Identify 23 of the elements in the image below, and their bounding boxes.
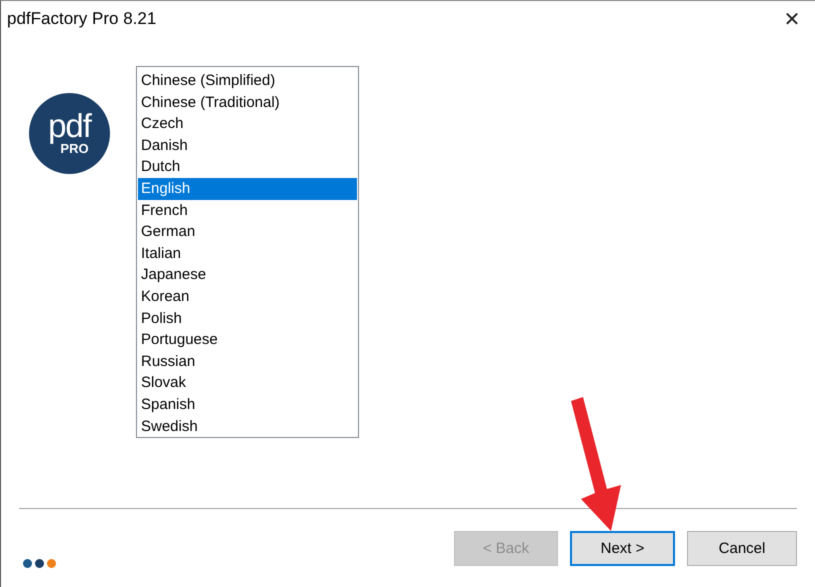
language-item[interactable]: Polish	[138, 308, 357, 330]
language-item[interactable]: German	[138, 221, 357, 243]
language-item[interactable]: Czech	[138, 113, 357, 135]
language-item[interactable]: Italian	[138, 242, 357, 264]
language-item[interactable]: English	[138, 178, 357, 200]
cancel-button[interactable]: Cancel	[687, 530, 797, 566]
language-item[interactable]: Chinese (Simplified)	[138, 70, 357, 92]
language-item[interactable]: Japanese	[138, 264, 357, 286]
language-item[interactable]: Russian	[138, 350, 357, 372]
language-list[interactable]: Chinese (Simplified) Chinese (Traditional) Czech Danish Dutch English French German Italian Japanese Korean Polish Portuguese Russian Slovak Spanish Swedish	[136, 66, 359, 438]
language-item[interactable]: Chinese (Traditional)	[138, 92, 357, 114]
language-item[interactable]: Spanish	[138, 394, 357, 416]
language-item[interactable]: Danish	[138, 134, 357, 156]
language-item[interactable]: Slovak	[138, 372, 357, 394]
language-item[interactable]: Korean	[138, 286, 357, 308]
close-button[interactable]: ✕	[769, 1, 815, 36]
language-item[interactable]: Dutch	[138, 156, 357, 178]
logo-icon: pdf PRO	[29, 93, 110, 174]
language-item[interactable]: Swedish	[138, 416, 357, 438]
language-item[interactable]: Portuguese	[138, 329, 357, 351]
language-item[interactable]: French	[138, 200, 357, 222]
window-title: pdfFactory Pro 8.21	[7, 8, 156, 28]
next-button[interactable]: Next >	[570, 530, 675, 566]
